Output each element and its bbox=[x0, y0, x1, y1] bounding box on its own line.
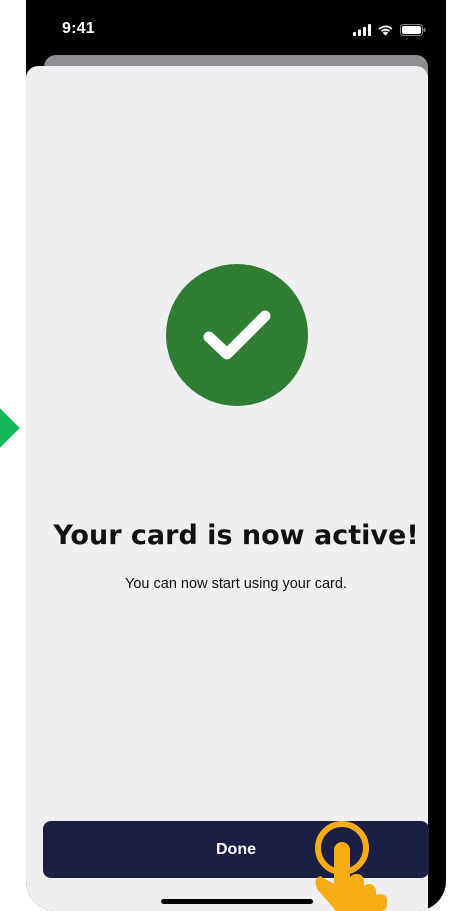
wifi-icon bbox=[378, 25, 393, 36]
page-title: Your card is now active! bbox=[53, 520, 419, 551]
success-circle bbox=[166, 264, 308, 406]
status-icons bbox=[353, 24, 426, 36]
phone-frame: 9:41 Your card is now active! You can no… bbox=[26, 0, 446, 911]
checkmark-icon bbox=[203, 310, 271, 360]
status-time: 9:41 bbox=[62, 20, 95, 37]
side-arrow-indicator bbox=[0, 408, 20, 448]
modal-sheet: Your card is now active! You can now sta… bbox=[26, 66, 429, 911]
tap-hand-cursor-icon bbox=[315, 821, 387, 911]
screen: 9:41 Your card is now active! You can no… bbox=[0, 0, 449, 911]
battery-icon bbox=[400, 24, 426, 36]
home-indicator[interactable] bbox=[161, 899, 313, 904]
signal-icon bbox=[353, 24, 371, 36]
page-subtitle: You can now start using your card. bbox=[125, 576, 347, 592]
